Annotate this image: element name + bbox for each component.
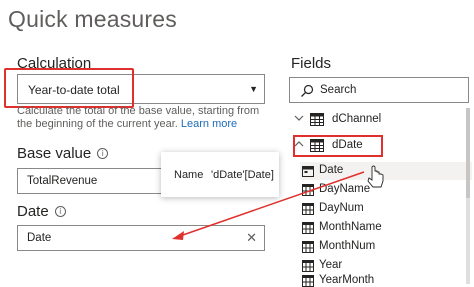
base-value-heading: Base value i [17,145,109,162]
field-name: YearMonth [319,274,375,286]
date-field: Date [27,232,52,244]
field-name: MonthName [319,221,382,233]
table-icon [310,113,324,126]
fields-search-input[interactable]: Search [289,77,469,103]
info-icon[interactable]: i [54,206,66,217]
field-icon [302,184,314,196]
close-icon[interactable]: ✕ [246,230,257,246]
fields-scrollbar[interactable] [466,108,470,284]
base-value-field: TotalRevenue [27,175,98,187]
field-icon [302,260,314,272]
chevron-down-icon[interactable]: ▼ [249,84,258,94]
field-icon [302,241,314,253]
field-name: Year [319,259,343,271]
tooltip-name-value: 'dDate'[Date] [211,169,274,181]
learn-more-link[interactable]: Learn more [181,118,237,130]
search-placeholder: Search [320,84,357,96]
field-icon [302,222,314,234]
tooltip-name-label: Name [174,169,204,181]
base-value-label: Base value [17,145,92,162]
date-label: Date [17,203,49,220]
chevron-down-icon[interactable] [292,111,306,125]
calculation-highlight [4,68,134,108]
date-well[interactable]: Date ✕ [17,225,265,251]
info-icon[interactable]: i [97,148,109,159]
calendar-icon [302,166,314,177]
field-icon [302,203,314,215]
field-tooltip: Name 'dDate'[Date] [161,152,279,197]
scrollbar-thumb[interactable] [466,108,470,198]
field-icon [302,275,314,287]
calculation-description: Calculate the total of the base value, s… [17,105,267,131]
table-name: dChannel [332,113,382,125]
field-name: Date [319,164,344,176]
ddate-highlight [293,135,383,157]
field-item-date[interactable]: Date [300,162,472,180]
table-dchannel[interactable]: dChannel [290,110,468,130]
search-icon [301,84,314,97]
date-heading: Date i [17,203,66,220]
field-name: DayNum [319,202,364,214]
field-name: MonthNum [319,240,376,252]
fields-label: Fields [291,55,332,72]
page-title: Quick measures [8,6,177,32]
field-name: DayName [319,183,371,195]
